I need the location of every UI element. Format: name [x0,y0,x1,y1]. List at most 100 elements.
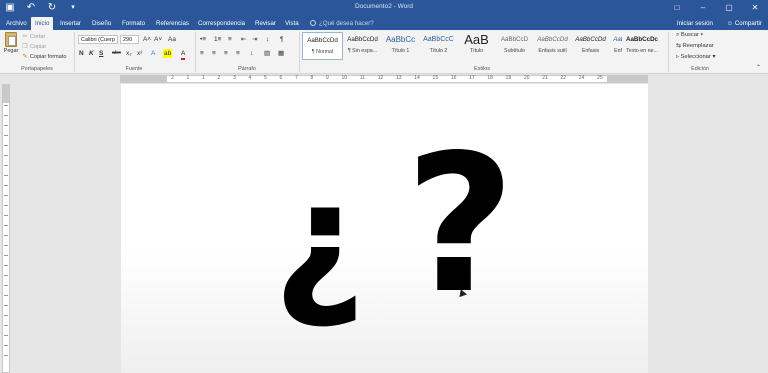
grow-font-button[interactable]: A˄ [143,35,151,44]
italic-button[interactable]: K [89,49,94,58]
font-group-label: Fuente [125,66,143,72]
find-button[interactable]: ⌕ Buscar ▾ [676,32,703,39]
paintbrush-icon: ✎ [22,54,28,60]
chevron-down-icon: ▾ [710,54,716,60]
ruler-number: 1 [202,75,205,81]
ruler-number: 19 [505,75,512,81]
ruler-number: 6 [279,75,283,81]
style-no-spacing[interactable]: AaBbCcDd ¶ Sin espa... [342,32,383,60]
person-icon: ☺ [726,20,735,27]
align-right-button[interactable]: ≡ [224,49,228,58]
ruler-ticks [4,105,8,365]
highlight-color-button[interactable]: ab [163,49,173,58]
increase-indent-button[interactable]: ⇥ [252,35,257,44]
tab-correspondencia[interactable]: Correspondencia [194,17,249,30]
borders-button[interactable]: ▦ [278,49,284,58]
scissors-icon: ✂ [22,34,28,40]
clipboard-icon [5,32,17,47]
ruler-number: 22 [560,75,567,81]
ruler-number: 10 [341,75,348,81]
sign-in-link[interactable]: Iniciar sesión [677,17,713,30]
style-subtitle[interactable]: AaBbCcD Subtítulo [494,32,535,60]
tab-formato[interactable]: Formato [118,17,149,30]
font-size-dropdown[interactable]: 290 [120,35,139,44]
strikethrough-button[interactable]: abc [112,49,121,58]
shrink-font-button[interactable]: A˅ [154,35,162,44]
clipboard-group-label: Portapapeles [21,66,53,72]
ruler-number: 5 [264,75,267,81]
vertical-ruler[interactable] [2,84,10,373]
share-button[interactable]: ☺ Compartir [727,17,762,30]
multilevel-list-button[interactable]: ≡ [228,35,232,44]
tab-inicio[interactable]: Inicio [31,17,54,30]
ruler-number: 1 [186,75,190,81]
horizontal-ruler[interactable]: 2 1 1 2 3 4 5 6 7 8 9 10 11 12 13 14 15 16 17 18 19 20 21 22 24 2… [120,75,648,83]
change-case-button[interactable]: Aa [168,35,176,44]
bold-button[interactable]: N [79,49,84,58]
ruler-number: 21 [542,75,548,81]
ruler-top-margin [3,85,9,103]
copy-icon: ❐ [22,44,28,50]
style-heading-1[interactable]: AaBbCc Título 1 [380,32,421,60]
replace-button[interactable]: ⇆ Reemplazar [676,43,714,49]
format-painter-button[interactable]: ✎ Copiar formato [22,53,66,60]
bullets-button[interactable]: •≡ [200,35,206,44]
page-shadow [121,250,648,373]
editing-group-label: Edición [691,66,709,72]
ruler-number: 4 [248,75,252,81]
align-left-button[interactable]: ≡ [200,49,204,58]
ruler-number: 2 [217,75,221,81]
sort-button[interactable]: ↕ [266,35,269,44]
copy-button[interactable]: ❐ Copiar [22,43,46,50]
ruler-left-margin [121,76,167,82]
justify-button[interactable]: ≡ [236,49,240,58]
tab-diseno[interactable]: Diseño [88,17,115,30]
font-name-dropdown[interactable]: Calibri (Cuerp [78,35,118,44]
style-subtle-emphasis[interactable]: AaBbCcDd Énfasis sutil [532,32,573,60]
chevron-down-icon: ▾ [698,32,703,38]
underline-button[interactable]: S [99,49,103,58]
ribbon: Pegar ✂ Cortar ❐ Copiar ✎ Copiar formato Po… [0,30,768,74]
tab-revisar[interactable]: Revisar [251,17,280,30]
ribbon-tab-bar: Archivo Inicio Insertar Diseño Formato R… [0,16,768,30]
paragraph-group-label: Párrafo [238,66,256,72]
ruler-number: 18 [487,75,493,81]
tab-archivo[interactable]: Archivo [2,17,31,30]
tell-me-box[interactable]: ¿Qué desea hacer? [310,17,374,30]
show-formatting-button[interactable]: ¶ [280,35,284,44]
style-heading-2[interactable]: AaBbCcC Título 2 [418,32,459,60]
close-icon[interactable]: ✕ [742,0,768,16]
tab-referencias[interactable]: Referencias [152,17,193,30]
numbering-button[interactable]: 1≡ [214,35,221,44]
ruler-number: 11 [359,75,365,81]
tab-vista[interactable]: Vista [281,17,303,30]
shading-button[interactable]: ▧ [264,49,270,58]
select-button[interactable]: ▹ Seleccionar ▾ [676,54,715,60]
style-title[interactable]: AaB Título [456,32,497,60]
decrease-indent-button[interactable]: ⇤ [241,35,246,44]
ruler-number: 2 [171,75,174,81]
maximize-icon[interactable]: ▢ [716,0,742,16]
inverted-question-mark[interactable]: ¿ [273,160,366,320]
style-normal[interactable]: AaBbCcDd ¶ Normal [302,32,343,60]
minimize-icon[interactable]: – [690,0,716,16]
align-center-button[interactable]: ≡ [212,49,216,58]
style-strong[interactable]: AaBbCcDc Texto en ne... [622,32,662,60]
word-window: ▣ ↶ ↻ ▾ Documento2 - Word □ – ▢ ✕ Archiv… [0,0,768,373]
superscript-button[interactable]: x² [137,49,142,58]
ruler-number: 16 [450,75,457,81]
ruler-number: 8 [310,75,314,81]
ruler-numbers: 2 1 1 2 3 4 5 6 7 8 9 10 11 12 13 14 15 16 17 18 19 20 21 22 24 2… [171,75,603,81]
subscript-button[interactable]: x₂ [126,49,132,58]
collapse-ribbon-icon[interactable]: ⌃ [756,64,761,73]
font-color-button[interactable]: A [181,49,186,60]
ribbon-display-options-icon[interactable]: □ [664,0,690,16]
cut-button[interactable]: ✂ Cortar [22,33,45,40]
ruler-number: 25 [597,75,603,81]
text-effects-button[interactable]: A [151,49,155,58]
style-emphasis[interactable]: AaBbCcDd Énfasis [570,32,611,60]
ruler-number: 12 [377,75,384,81]
line-spacing-button[interactable]: ↕ [250,49,253,58]
paste-button[interactable]: Pegar [2,32,20,54]
tab-insertar[interactable]: Insertar [56,17,85,30]
